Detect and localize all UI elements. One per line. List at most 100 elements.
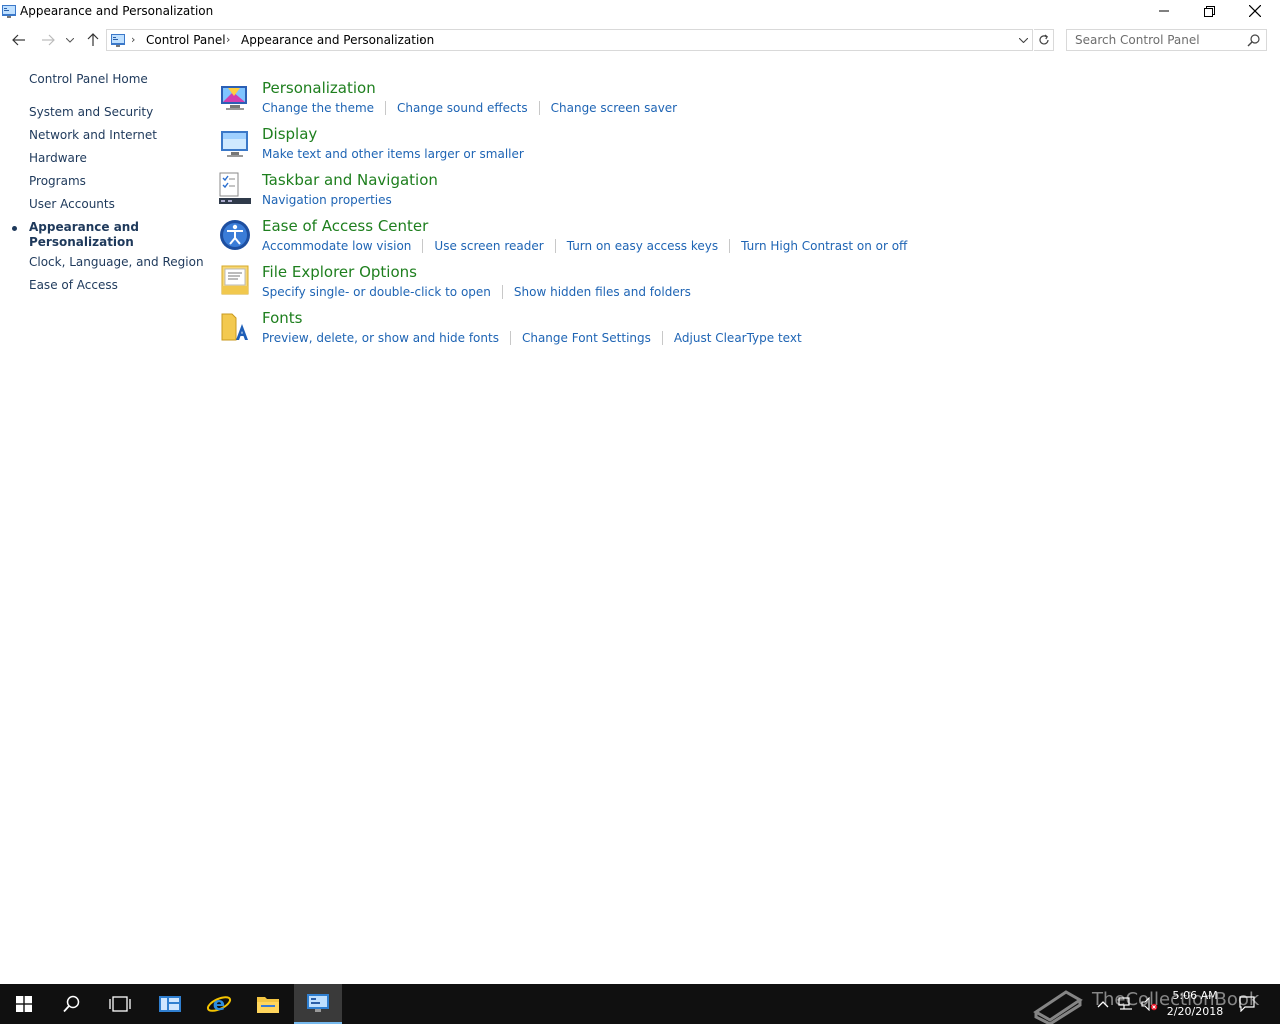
chevron-down-icon — [66, 37, 74, 43]
restore-button[interactable] — [1186, 0, 1232, 22]
ease-of-access-center-title[interactable]: Ease of Access Center — [262, 217, 428, 235]
notification-icon — [1239, 996, 1255, 1012]
ease-of-access-icon[interactable] — [218, 218, 252, 252]
search-button[interactable] — [48, 984, 96, 1024]
action-center-button[interactable] — [1236, 984, 1258, 1024]
preview-fonts-link[interactable]: Preview, delete, or show and hide fonts — [262, 331, 499, 345]
address-dropdown-button[interactable] — [1016, 32, 1030, 48]
single-double-click-link[interactable]: Specify single- or double-click to open — [262, 285, 491, 299]
close-icon — [1249, 5, 1261, 17]
easy-access-keys-link[interactable]: Turn on easy access keys — [567, 239, 718, 253]
file-explorer-options-title[interactable]: File Explorer Options — [262, 263, 417, 281]
fonts-title[interactable]: Fonts — [262, 309, 302, 327]
breadcrumb-appearance[interactable]: Appearance and Personalization — [241, 33, 434, 47]
link-divider — [509, 331, 511, 345]
minimize-button[interactable] — [1141, 0, 1187, 22]
nav-ease-of-access[interactable]: Ease of Access — [29, 278, 118, 293]
volume-button[interactable] — [1140, 984, 1160, 1024]
breadcrumb-separator[interactable]: › — [131, 33, 135, 46]
clock-time: 5:06 AM — [1172, 989, 1218, 1002]
minimize-icon — [1159, 10, 1169, 12]
refresh-button[interactable] — [1034, 29, 1054, 51]
show-hidden-icons-button[interactable] — [1094, 984, 1112, 1024]
back-button[interactable] — [8, 30, 30, 50]
nav-hardware[interactable]: Hardware — [29, 151, 87, 166]
change-font-settings-link[interactable]: Change Font Settings — [522, 331, 651, 345]
recent-locations-button[interactable] — [62, 30, 78, 50]
fonts-links: Preview, delete, or show and hide fonts … — [262, 331, 802, 345]
control-panel-home-link[interactable]: Control Panel Home — [29, 72, 148, 87]
forward-arrow-icon — [42, 34, 55, 46]
file-explorer-button[interactable] — [244, 984, 292, 1024]
show-hidden-files-link[interactable]: Show hidden files and folders — [514, 285, 691, 299]
control-panel-taskbar-button[interactable] — [294, 984, 342, 1024]
windows-logo-icon — [16, 996, 32, 1012]
high-contrast-link[interactable]: Turn High Contrast on or off — [741, 239, 907, 253]
section-ease-of-access-center: Ease of Access Center Accommodate low vi… — [218, 217, 1218, 264]
server-manager-button[interactable] — [146, 984, 194, 1024]
section-file-explorer-options: File Explorer Options Specify single- or… — [218, 263, 1218, 310]
link-divider — [538, 101, 540, 115]
taskbar-navigation-links: Navigation properties — [262, 193, 392, 207]
address-bar[interactable]: › Control Panel › Appearance and Persona… — [106, 29, 1033, 51]
make-text-larger-link[interactable]: Make text and other items larger or smal… — [262, 147, 524, 161]
search-icon[interactable] — [1247, 33, 1261, 47]
close-button[interactable] — [1232, 0, 1278, 22]
clock[interactable]: 5:06 AM 2/20/2018 — [1160, 988, 1230, 1020]
svg-text:e: e — [213, 994, 225, 1015]
nav-network-and-internet[interactable]: Network and Internet — [29, 128, 157, 143]
breadcrumb-separator[interactable]: › — [226, 33, 230, 46]
change-sound-effects-link[interactable]: Change sound effects — [397, 101, 528, 115]
breadcrumb-separator[interactable]: › — [419, 33, 423, 46]
internet-explorer-button[interactable]: e — [195, 984, 243, 1024]
network-icon — [1118, 997, 1132, 1010]
volume-muted-icon — [1141, 997, 1158, 1011]
breadcrumb-control-panel[interactable]: Control Panel — [146, 33, 226, 47]
fonts-icon[interactable] — [218, 310, 252, 344]
taskbar-icon[interactable] — [218, 172, 252, 206]
back-arrow-icon — [12, 34, 25, 46]
change-screen-saver-link[interactable]: Change screen saver — [551, 101, 678, 115]
display-title[interactable]: Display — [262, 125, 317, 143]
up-button[interactable] — [82, 30, 104, 50]
start-button[interactable] — [0, 984, 48, 1024]
adjust-cleartype-link[interactable]: Adjust ClearType text — [674, 331, 802, 345]
control-panel-icon — [111, 34, 125, 47]
search-placeholder: Search Control Panel — [1075, 33, 1200, 47]
search-icon — [63, 995, 80, 1013]
change-theme-link[interactable]: Change the theme — [262, 101, 374, 115]
refresh-icon — [1038, 34, 1049, 45]
link-divider — [501, 285, 503, 299]
up-arrow-icon — [87, 33, 99, 46]
server-manager-icon — [159, 996, 181, 1012]
use-screen-reader-link[interactable]: Use screen reader — [434, 239, 543, 253]
nav-system-and-security[interactable]: System and Security — [29, 105, 153, 120]
window-title: Appearance and Personalization — [20, 4, 214, 18]
link-divider — [385, 101, 387, 115]
folder-options-icon[interactable] — [218, 264, 252, 298]
nav-clock-language-region[interactable]: Clock, Language, and Region — [29, 255, 204, 270]
display-icon[interactable] — [218, 126, 252, 160]
navigation-bar: › Control Panel › Appearance and Persona… — [0, 26, 1280, 54]
title-bar: Appearance and Personalization — [0, 0, 1280, 24]
search-input[interactable]: Search Control Panel — [1066, 29, 1267, 51]
link-divider — [422, 239, 424, 253]
task-view-button[interactable] — [96, 984, 144, 1024]
taskbar: e TheCollectionBook 5:06 AM 2/20/2018 — [0, 984, 1280, 1026]
section-display: Display Make text and other items larger… — [218, 125, 1218, 172]
navigation-properties-link[interactable]: Navigation properties — [262, 193, 392, 207]
personalization-title[interactable]: Personalization — [262, 79, 376, 97]
network-button[interactable] — [1116, 984, 1136, 1024]
accommodate-low-vision-link[interactable]: Accommodate low vision — [262, 239, 411, 253]
taskbar-navigation-title[interactable]: Taskbar and Navigation — [262, 171, 438, 189]
forward-button[interactable] — [37, 30, 59, 50]
control-panel-window: Appearance and Personalization › Control… — [0, 0, 1280, 984]
ease-of-access-links: Accommodate low vision Use screen reader… — [262, 239, 907, 253]
control-panel-icon — [307, 994, 329, 1012]
nav-user-accounts[interactable]: User Accounts — [29, 197, 115, 212]
chevron-down-icon — [1018, 37, 1028, 43]
personalization-icon[interactable] — [218, 80, 252, 114]
nav-programs[interactable]: Programs — [29, 174, 86, 189]
section-taskbar-navigation: Taskbar and Navigation Navigation proper… — [218, 171, 1218, 218]
clock-date: 2/20/2018 — [1166, 1005, 1224, 1018]
